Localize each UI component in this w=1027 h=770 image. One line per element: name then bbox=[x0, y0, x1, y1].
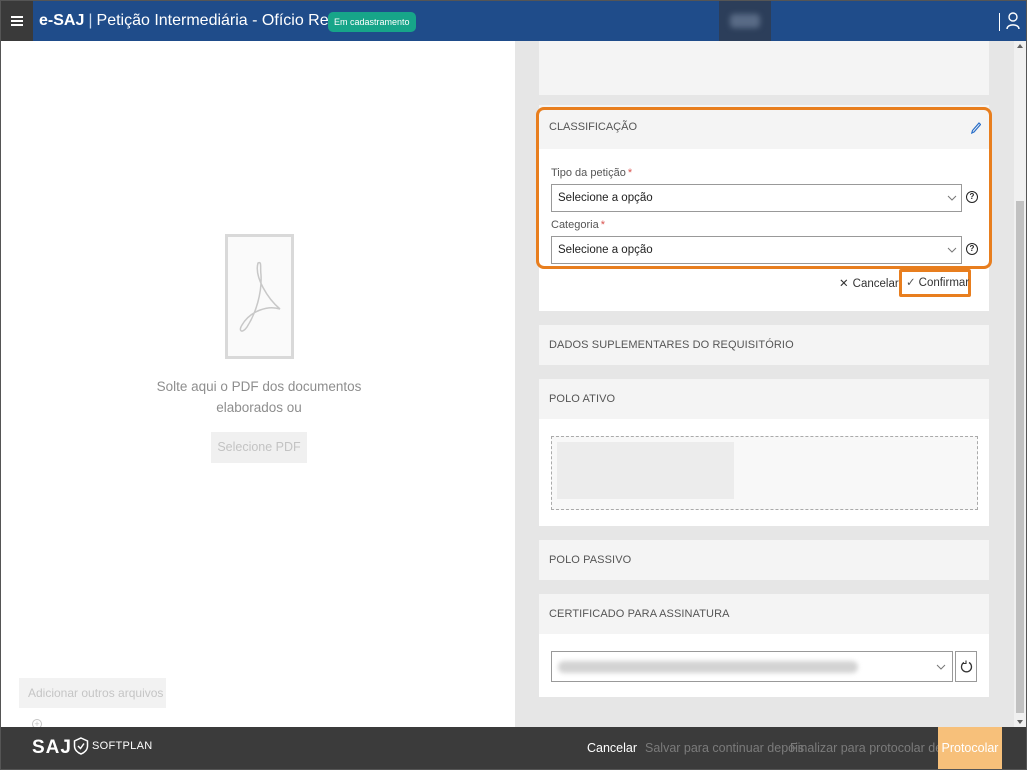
check-icon: ✓ bbox=[906, 277, 916, 289]
softplan-text: SOFTPLAN bbox=[92, 740, 153, 752]
help-icon[interactable]: ? bbox=[966, 191, 978, 203]
required-mark: * bbox=[627, 167, 633, 179]
redacted-certificate-name bbox=[558, 661, 858, 673]
dados-suplementares-title: DADOS SUPLEMENTARES DO REQUISITÓRIO bbox=[539, 325, 989, 365]
pencil-icon[interactable] bbox=[971, 122, 981, 134]
tipo-label: Tipo da petição * bbox=[551, 167, 632, 179]
scroll-down-arrow-icon[interactable] bbox=[1017, 720, 1023, 724]
add-files-button[interactable]: Adicionar outros arquivos+ bbox=[19, 678, 166, 729]
softplan-shield-icon bbox=[73, 737, 89, 755]
footer-bar: SAJ SOFTPLAN Cancelar Salvar para contin… bbox=[1, 727, 1026, 769]
tipo-peticao-select[interactable]: Selecione a opção bbox=[551, 184, 962, 212]
classification-title: CLASSIFICAÇÃO bbox=[539, 105, 989, 149]
scrollbar-thumb[interactable] bbox=[1016, 201, 1024, 713]
saj-logo: SAJ bbox=[32, 737, 72, 758]
footer-cancel-button[interactable]: Cancelar bbox=[587, 741, 637, 755]
refresh-icon bbox=[960, 660, 973, 673]
help-icon[interactable]: ? bbox=[966, 243, 978, 255]
dados-suplementares-section[interactable]: DADOS SUPLEMENTARES DO REQUISITÓRIO bbox=[539, 325, 989, 365]
status-badge: Em cadastramento bbox=[328, 12, 416, 32]
categoria-label: Categoria * bbox=[551, 219, 605, 231]
polo-passivo-section[interactable]: POLO PASSIVO bbox=[539, 540, 989, 580]
scrollbar[interactable] bbox=[1014, 41, 1026, 727]
select-pdf-button[interactable]: Selecione PDF bbox=[211, 432, 307, 463]
add-files-label: Adicionar outros arquivos bbox=[28, 686, 164, 700]
user-icon[interactable] bbox=[1006, 12, 1020, 30]
redacted-user-info bbox=[719, 1, 771, 41]
categoria-label-text: Categoria bbox=[551, 219, 599, 231]
classification-panel: CLASSIFICAÇÃO Tipo da petição * Selecione… bbox=[536, 105, 992, 311]
chevron-down-icon bbox=[936, 664, 946, 670]
certificado-title: CERTIFICADO PARA ASSINATURA bbox=[539, 594, 989, 634]
pdf-icon bbox=[225, 234, 294, 359]
categoria-select[interactable]: Selecione a opção bbox=[551, 236, 962, 264]
app-name: e-SAJ bbox=[39, 12, 85, 29]
chevron-down-icon bbox=[947, 195, 957, 201]
certificado-section: CERTIFICADO PARA ASSINATURA bbox=[539, 594, 989, 697]
polo-ativo-section: POLO ATIVO bbox=[539, 379, 989, 526]
cancel-label: Cancelar bbox=[852, 278, 899, 290]
save-for-later-button[interactable]: Salvar para continuar depois bbox=[645, 741, 804, 755]
chevron-down-icon bbox=[947, 247, 957, 253]
title-separator: | bbox=[88, 12, 93, 29]
confirm-label: Confirmar bbox=[918, 277, 970, 289]
confirm-classification-button[interactable]: ✓ Confirmar bbox=[899, 269, 971, 297]
top-bar: e-SAJ | Petição Intermediária - Ofício Req… bbox=[1, 1, 1026, 41]
softplan-logo: SOFTPLAN bbox=[73, 737, 152, 755]
polo-passivo-title: POLO PASSIVO bbox=[539, 540, 989, 580]
polo-ativo-title: POLO ATIVO bbox=[539, 379, 989, 419]
categoria-value: Selecione a opção bbox=[558, 244, 653, 256]
required-mark: * bbox=[600, 219, 605, 231]
pdf-drop-area[interactable]: Solte aqui o PDF dos documentos elaborad… bbox=[1, 41, 515, 729]
refresh-button[interactable] bbox=[955, 651, 977, 682]
close-icon: ✕ bbox=[839, 278, 849, 290]
protocolar-button[interactable]: Protocolar bbox=[938, 727, 1002, 769]
cancel-classification-button[interactable]: ✕ Cancelar bbox=[839, 276, 899, 290]
hamburger-menu-icon[interactable] bbox=[1, 1, 33, 41]
scroll-up-arrow-icon[interactable] bbox=[1017, 44, 1023, 48]
tipo-peticao-value: Selecione a opção bbox=[558, 192, 653, 204]
party-card-placeholder bbox=[557, 442, 734, 499]
previous-section-stub bbox=[539, 41, 989, 95]
form-pane: CLASSIFICAÇÃO Tipo da petição * Selecione… bbox=[515, 41, 1014, 727]
polo-ativo-dropzone[interactable] bbox=[551, 436, 978, 510]
certificate-select[interactable] bbox=[551, 651, 953, 682]
tipo-label-text: Tipo da petição bbox=[551, 167, 626, 179]
drop-instructions: Solte aqui o PDF dos documentos elaborad… bbox=[156, 379, 362, 415]
divider bbox=[999, 13, 1000, 31]
